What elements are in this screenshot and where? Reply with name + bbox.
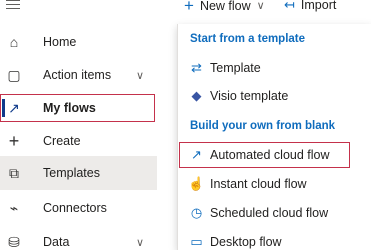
menu-item-instant-cloud-flow[interactable]: ☝ Instant cloud flow — [178, 170, 371, 198]
touch-icon: ☝ — [188, 176, 205, 191]
menu-item-label: Template — [210, 61, 261, 75]
database-icon: ⛁ — [8, 233, 20, 250]
highlight-box-automated-cloud-flow — [179, 142, 350, 168]
import-label: Import — [300, 0, 337, 12]
left-nav: ⌂ Home ▢ Action items ∨ ↗ My flows + Cre… — [0, 0, 157, 250]
nav-item-label: Home — [43, 35, 77, 49]
menu-item-visio-template[interactable]: ◆ Visio template — [178, 82, 371, 110]
nav-item-create[interactable]: + Create — [0, 123, 157, 159]
nav-item-label: Connectors — [43, 201, 107, 215]
menu-item-label: Scheduled cloud flow — [210, 206, 329, 220]
home-icon: ⌂ — [9, 34, 19, 50]
flow-icon: ↗ — [8, 99, 20, 116]
chevron-down-icon[interactable]: ∨ — [136, 236, 144, 249]
templates-icon: ⧉ — [9, 164, 19, 181]
hamburger-icon[interactable] — [6, 0, 20, 10]
clock-icon: ◷ — [190, 205, 203, 220]
nav-item-home[interactable]: ⌂ Home — [0, 24, 157, 60]
nav-item-label: Action items — [43, 68, 112, 82]
nav-item-action-items[interactable]: ▢ Action items ∨ — [0, 57, 157, 93]
new-flow-label: New flow — [199, 0, 251, 13]
visio-icon: ◆ — [191, 88, 202, 103]
command-bar: + New flow ∨ ↤ Import — [157, 0, 371, 16]
nav-item-label: My flows — [43, 101, 96, 115]
plus-icon: + — [184, 0, 194, 15]
chevron-down-icon: ∨ — [256, 0, 265, 12]
desktop-icon: ▭ — [190, 234, 203, 249]
nav-item-label: Templates — [43, 166, 100, 180]
new-flow-menu: Start from a template ⇄ Template ◆ Visio… — [177, 24, 371, 250]
menu-section-template: Start from a template — [190, 33, 306, 45]
menu-item-label: Desktop flow — [210, 235, 282, 249]
new-flow-button[interactable]: + New flow ∨ — [184, 0, 265, 14]
import-icon: ↤ — [284, 0, 295, 12]
plus-icon: + — [8, 130, 20, 151]
nav-item-label: Data — [43, 235, 70, 249]
nav-item-connectors[interactable]: ⌁ Connectors — [0, 190, 157, 226]
nav-item-templates[interactable]: ⧉ Templates — [0, 156, 157, 190]
menu-item-template[interactable]: ⇄ Template — [178, 54, 371, 82]
menu-item-scheduled-cloud-flow[interactable]: ◷ Scheduled cloud flow — [178, 199, 371, 227]
clipboard-icon: ▢ — [7, 66, 21, 83]
menu-item-desktop-flow[interactable]: ▭ Desktop flow — [178, 228, 371, 250]
nav-item-label: Create — [43, 134, 81, 148]
menu-item-label: Instant cloud flow — [210, 177, 307, 191]
menu-section-blank: Build your own from blank — [190, 120, 336, 132]
chevron-down-icon[interactable]: ∨ — [136, 69, 144, 82]
import-button[interactable]: ↤ Import — [284, 0, 336, 13]
connector-icon: ⌁ — [9, 199, 19, 216]
template-icon: ⇄ — [191, 60, 202, 75]
menu-item-label: Visio template — [210, 89, 289, 103]
nav-item-my-flows[interactable]: ↗ My flows — [0, 90, 157, 126]
nav-item-data[interactable]: ⛁ Data ∨ — [0, 224, 157, 250]
